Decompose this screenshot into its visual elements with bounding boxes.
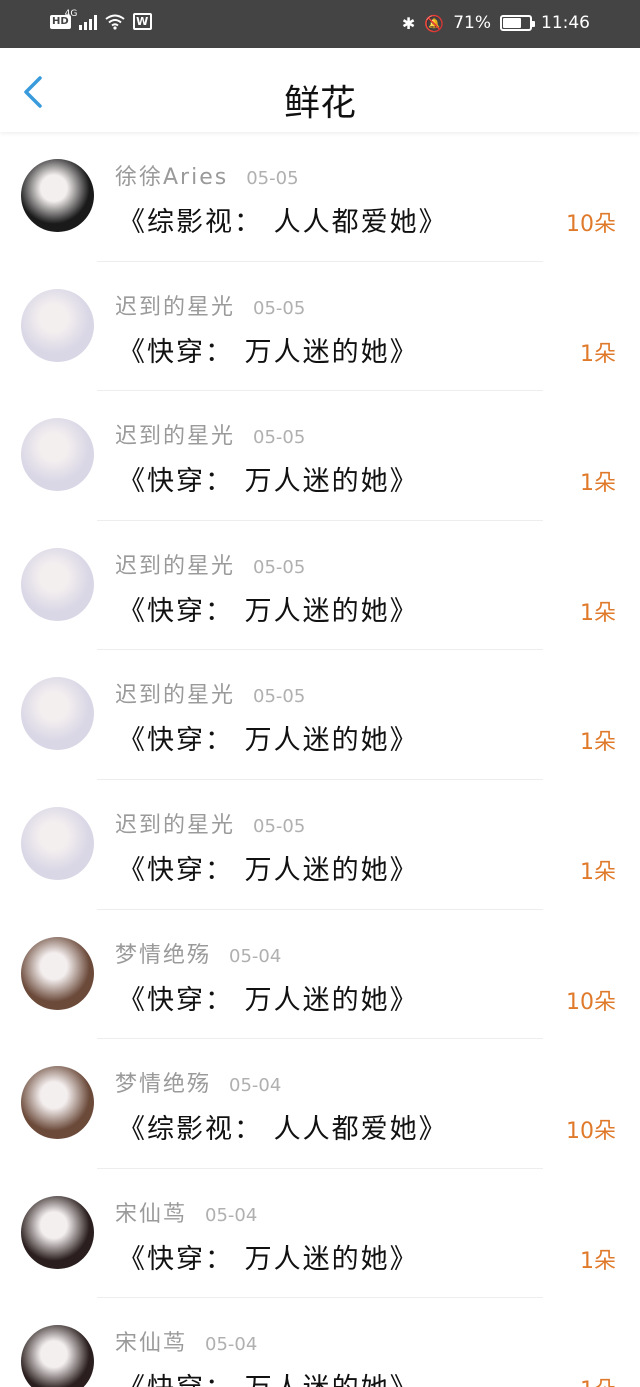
- list-item[interactable]: 梦情绝殇 05-04 《综影视： 人人都爱她》 10朵: [0, 1039, 640, 1169]
- user-avatar[interactable]: [21, 547, 94, 621]
- send-date: 05-04: [205, 1204, 258, 1226]
- item-meta: 迟到的星光 05-05: [115, 807, 305, 839]
- list-item[interactable]: 迟到的星光 05-05 《快穿： 万人迷的她》 1朵: [0, 650, 640, 780]
- item-meta: 梦情绝殇 05-04: [115, 937, 281, 969]
- user-avatar[interactable]: [21, 1195, 94, 1269]
- user-name[interactable]: 迟到的星光: [115, 548, 235, 580]
- book-title[interactable]: 《快穿： 万人迷的她》: [118, 848, 419, 887]
- user-name[interactable]: 宋仙茑: [115, 1196, 187, 1228]
- list-item[interactable]: 宋仙茑 05-04 《快穿： 万人迷的她》 1朵: [0, 1169, 640, 1299]
- flower-count: 10朵: [566, 212, 616, 237]
- flower-count: 10朵: [566, 989, 616, 1015]
- signal-icon: 4G: [65, 9, 97, 30]
- user-name[interactable]: 宋仙茑: [115, 1325, 187, 1357]
- mute-bell-icon: 🔕: [424, 13, 445, 33]
- flower-count: 1朵: [580, 1248, 616, 1274]
- user-avatar[interactable]: [21, 1066, 94, 1140]
- user-avatar[interactable]: [21, 806, 94, 880]
- flower-record-list: 徐徐Aries 05-05 《综影视： 人人都爱她》 10朵 迟到的星光 05-…: [0, 132, 640, 1387]
- send-date: 05-04: [229, 945, 282, 967]
- book-title[interactable]: 《快穿： 万人迷的她》: [118, 589, 419, 628]
- list-item[interactable]: 迟到的星光 05-05 《快穿： 万人迷的她》 1朵: [0, 391, 640, 521]
- item-meta: 迟到的星光 05-05: [115, 677, 305, 709]
- send-date: 05-05: [253, 815, 306, 837]
- list-item[interactable]: 迟到的星光 05-05 《快穿： 万人迷的她》 1朵: [0, 262, 640, 392]
- book-title[interactable]: 《综影视： 人人都爱她》: [118, 1107, 448, 1146]
- nav-header: 鲜花: [0, 48, 640, 132]
- flower-count: 1朵: [580, 471, 616, 497]
- app-w-icon: W: [132, 13, 152, 30]
- item-meta: 徐徐Aries 05-05: [115, 159, 299, 191]
- battery-fill: [503, 18, 522, 28]
- flower-count: 1朵: [580, 341, 616, 367]
- flower-count: 1朵: [580, 600, 616, 626]
- user-name[interactable]: 迟到的星光: [115, 418, 235, 450]
- user-name[interactable]: 梦情绝殇: [115, 937, 211, 969]
- send-date: 05-05: [253, 427, 306, 449]
- battery-percent: 71%: [453, 13, 491, 33]
- list-item[interactable]: 徐徐Aries 05-05 《综影视： 人人都爱她》 10朵: [0, 132, 640, 262]
- book-title[interactable]: 《快穿： 万人迷的她》: [118, 1366, 419, 1387]
- book-title[interactable]: 《快穿： 万人迷的她》: [118, 978, 419, 1017]
- user-avatar[interactable]: [21, 159, 94, 232]
- bluetooth-icon: ✱: [401, 13, 416, 33]
- flower-count: 10朵: [566, 1119, 616, 1145]
- book-title[interactable]: 《快穿： 万人迷的她》: [118, 718, 419, 757]
- wifi-icon: [105, 14, 125, 30]
- list-item[interactable]: 迟到的星光 05-05 《快穿： 万人迷的她》 1朵: [0, 521, 640, 651]
- book-title[interactable]: 《快穿： 万人迷的她》: [118, 330, 419, 369]
- user-name[interactable]: 迟到的星光: [115, 289, 235, 321]
- user-avatar[interactable]: [21, 288, 94, 362]
- list-item[interactable]: 迟到的星光 05-05 《快穿： 万人迷的她》 1朵: [0, 780, 640, 910]
- user-name[interactable]: 迟到的星光: [115, 677, 235, 709]
- flower-count: 1朵: [580, 730, 616, 756]
- item-meta: 迟到的星光 05-05: [115, 418, 305, 450]
- network-type: 4G: [64, 8, 78, 19]
- send-date: 05-05: [253, 297, 306, 319]
- send-date: 05-05: [246, 168, 299, 189]
- user-avatar[interactable]: [21, 1325, 94, 1387]
- flower-count: 1朵: [580, 1372, 616, 1387]
- clock: 11:46: [541, 13, 590, 33]
- item-meta: 梦情绝殇 05-04: [115, 1066, 281, 1098]
- user-name[interactable]: 徐徐Aries: [115, 159, 228, 191]
- item-meta: 迟到的星光 05-05: [115, 548, 305, 580]
- list-item[interactable]: 梦情绝殇 05-04 《快穿： 万人迷的她》 10朵: [0, 910, 640, 1040]
- send-date: 05-04: [205, 1334, 258, 1356]
- item-meta: 迟到的星光 05-05: [115, 289, 305, 321]
- send-date: 05-05: [253, 556, 306, 578]
- send-date: 05-04: [229, 1075, 282, 1097]
- battery-icon: [500, 15, 535, 31]
- status-left: HD 4G W: [50, 9, 152, 30]
- send-date: 05-05: [253, 686, 306, 708]
- user-avatar[interactable]: [21, 936, 94, 1010]
- item-meta: 宋仙茑 05-04: [115, 1325, 257, 1357]
- flower-count: 1朵: [580, 859, 616, 885]
- list-item[interactable]: 宋仙茑 05-04 《快穿： 万人迷的她》 1朵: [0, 1298, 640, 1387]
- user-name[interactable]: 梦情绝殇: [115, 1066, 211, 1098]
- book-title[interactable]: 《快穿： 万人迷的她》: [118, 1237, 419, 1276]
- user-avatar[interactable]: [21, 677, 94, 751]
- book-title[interactable]: 《综影视： 人人都爱她》: [118, 200, 448, 239]
- status-bar: HD 4G W ✱ 🔕 71% 11:46: [0, 0, 640, 48]
- user-name[interactable]: 迟到的星光: [115, 807, 235, 839]
- user-avatar[interactable]: [21, 418, 94, 492]
- item-meta: 宋仙茑 05-04: [115, 1196, 257, 1228]
- status-right: ✱ 🔕 71% 11:46: [402, 13, 590, 33]
- book-title[interactable]: 《快穿： 万人迷的她》: [118, 459, 419, 498]
- page-title: 鲜花: [283, 83, 356, 124]
